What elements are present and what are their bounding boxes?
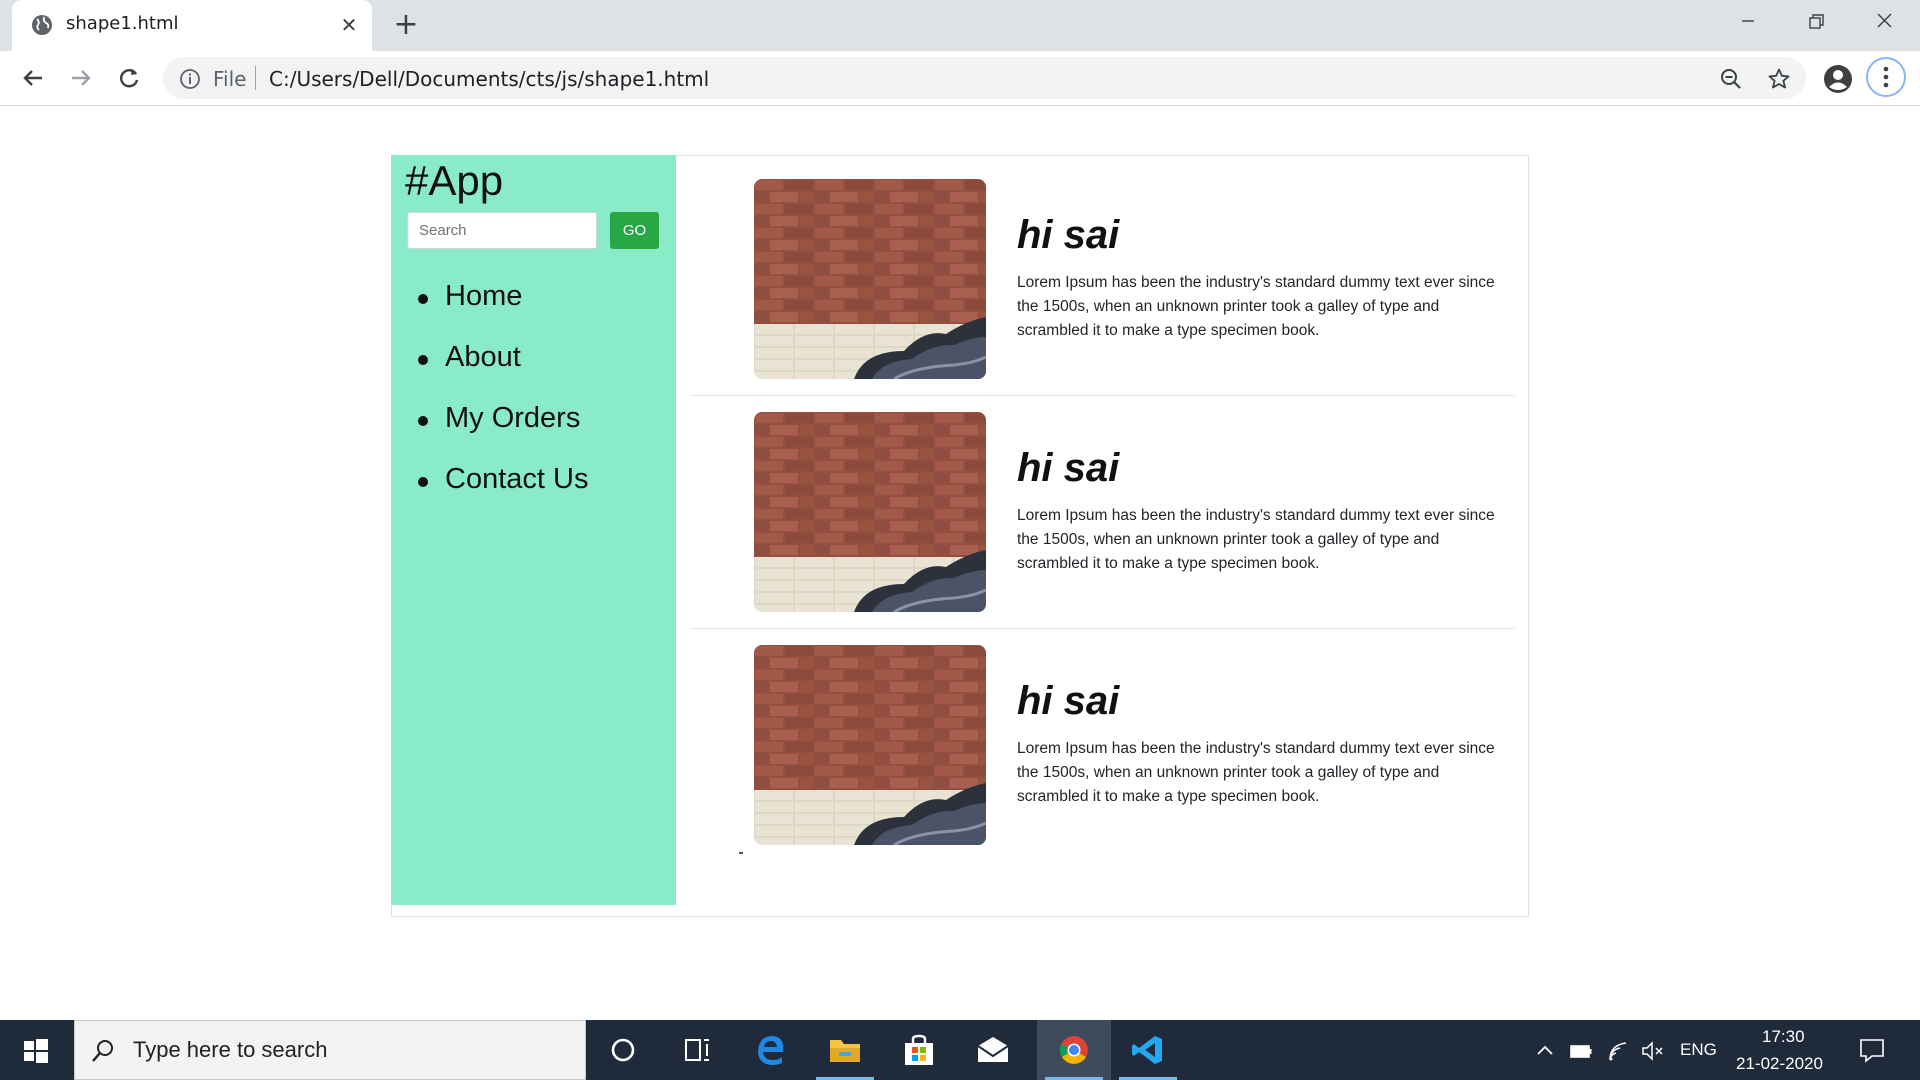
browser-menu-button[interactable] bbox=[1866, 57, 1906, 97]
clock-date[interactable]: 21-02-2020 bbox=[1736, 1054, 1823, 1074]
stray-mark bbox=[739, 852, 743, 854]
bullet-icon bbox=[418, 477, 428, 487]
store-taskbar-button[interactable] bbox=[882, 1020, 956, 1080]
media-divider bbox=[691, 628, 1515, 629]
bullet-icon bbox=[418, 294, 428, 304]
media-heading: hi sai bbox=[1017, 213, 1120, 257]
mail-icon bbox=[977, 1037, 1009, 1062]
go-button[interactable]: GO bbox=[610, 212, 659, 249]
chevron-up-icon[interactable] bbox=[1532, 1038, 1558, 1064]
store-bag-icon bbox=[905, 1034, 933, 1065]
close-tab-icon[interactable]: ✕ bbox=[336, 12, 362, 38]
notification-icon[interactable] bbox=[1858, 1036, 1886, 1064]
folder-icon bbox=[830, 1040, 860, 1062]
media-text: Lorem Ipsum has been the industry's stan… bbox=[1017, 274, 1495, 339]
nav-label[interactable]: My Orders bbox=[445, 402, 580, 435]
more-vertical-icon bbox=[1883, 66, 1889, 88]
task-view-button[interactable] bbox=[660, 1020, 734, 1080]
media-text: Lorem Ipsum has been the industry's stan… bbox=[1017, 507, 1495, 572]
edge-icon bbox=[758, 1036, 784, 1065]
media-heading: hi sai bbox=[1017, 679, 1120, 723]
taskbar-search-placeholder: Type here to search bbox=[133, 1037, 328, 1062]
language-indicator[interactable]: ENG bbox=[1680, 1040, 1717, 1060]
mail-taskbar-button[interactable] bbox=[956, 1020, 1030, 1080]
media-image bbox=[754, 645, 986, 845]
media-item: hi sai Lorem Ipsum has been the industry… bbox=[691, 167, 1515, 400]
task-view-icon bbox=[685, 1039, 709, 1061]
wifi-icon[interactable] bbox=[1606, 1038, 1632, 1064]
zoom-out-icon[interactable] bbox=[1719, 67, 1743, 91]
address-bar[interactable]: File C:/Users/Dell/Documents/cts/js/shap… bbox=[163, 57, 1806, 99]
address-scheme: File bbox=[213, 67, 247, 91]
media-text: Lorem Ipsum has been the industry's stan… bbox=[1017, 740, 1495, 805]
taskbar-search[interactable]: Type here to search bbox=[74, 1020, 586, 1080]
media-image bbox=[754, 412, 986, 612]
media-item: hi sai Lorem Ipsum has been the industry… bbox=[691, 633, 1515, 866]
reload-icon[interactable] bbox=[112, 61, 146, 95]
info-icon[interactable] bbox=[179, 68, 201, 90]
search-icon bbox=[92, 1040, 113, 1062]
nav-label[interactable]: Home bbox=[445, 280, 522, 313]
clock-time[interactable]: 17:30 bbox=[1762, 1027, 1805, 1047]
restore-icon[interactable] bbox=[1788, 6, 1844, 40]
nav-label[interactable]: Contact Us bbox=[445, 463, 588, 496]
taskbar: Type here to search ENG 17:30 21-02-2020 bbox=[0, 1020, 1920, 1080]
battery-icon[interactable] bbox=[1568, 1038, 1594, 1064]
tab-title: shape1.html bbox=[66, 13, 179, 34]
edge-taskbar-button[interactable] bbox=[734, 1020, 808, 1080]
globe-icon bbox=[32, 15, 52, 35]
bullet-icon bbox=[418, 355, 428, 365]
tab-strip: shape1.html ✕ + bbox=[0, 0, 1920, 51]
bullet-icon bbox=[418, 416, 428, 426]
chrome-icon bbox=[1059, 1036, 1088, 1064]
vscode-taskbar-button[interactable] bbox=[1111, 1020, 1185, 1080]
sidebar: #App GO Home About My Orders Contact Us bbox=[391, 155, 676, 905]
cortana-button[interactable] bbox=[586, 1020, 660, 1080]
vscode-icon bbox=[1132, 1036, 1162, 1064]
browser-toolbar: File C:/Users/Dell/Documents/cts/js/shap… bbox=[0, 51, 1920, 106]
windows-start-icon[interactable] bbox=[0, 1020, 72, 1080]
address-separator bbox=[255, 66, 256, 90]
new-tab-icon[interactable]: + bbox=[390, 10, 422, 42]
back-arrow-icon[interactable] bbox=[16, 61, 50, 95]
cortana-icon bbox=[611, 1038, 635, 1062]
browser-tab[interactable]: shape1.html ✕ bbox=[12, 0, 372, 51]
forward-arrow-icon[interactable] bbox=[64, 61, 98, 95]
nav-label[interactable]: About bbox=[445, 341, 521, 374]
search-input[interactable] bbox=[407, 212, 597, 249]
star-icon[interactable] bbox=[1767, 67, 1791, 91]
close-window-icon[interactable] bbox=[1856, 6, 1912, 40]
app-title: #App bbox=[405, 157, 504, 204]
profile-avatar-icon[interactable] bbox=[1822, 63, 1854, 95]
media-item: hi sai Lorem Ipsum has been the industry… bbox=[691, 400, 1515, 633]
chrome-taskbar-button[interactable] bbox=[1037, 1020, 1111, 1080]
file-explorer-taskbar-button[interactable] bbox=[808, 1020, 882, 1080]
media-image bbox=[754, 179, 986, 379]
speaker-muted-icon[interactable] bbox=[1640, 1038, 1666, 1064]
media-divider bbox=[691, 395, 1515, 396]
minimize-icon[interactable] bbox=[1720, 6, 1776, 40]
media-heading: hi sai bbox=[1017, 446, 1120, 490]
address-url[interactable]: C:/Users/Dell/Documents/cts/js/shape1.ht… bbox=[269, 67, 709, 91]
